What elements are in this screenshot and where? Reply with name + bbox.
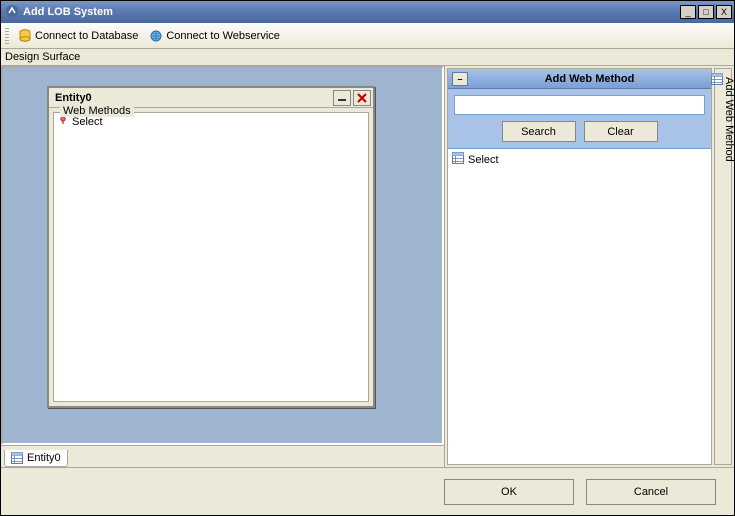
- design-left-column: Entity0 Web Methods: [1, 66, 445, 467]
- ok-button[interactable]: OK: [444, 479, 574, 505]
- panel-title: Add Web Method: [472, 73, 707, 85]
- search-input[interactable]: [454, 95, 705, 115]
- add-lob-system-window: Add LOB System _ □ X Connect to Database…: [0, 0, 735, 516]
- grid-icon: [711, 73, 723, 85]
- design-surface-label: Design Surface: [1, 49, 734, 65]
- app-icon: [5, 4, 19, 21]
- web-methods-group: Web Methods Select: [53, 112, 369, 402]
- window-title: Add LOB System: [23, 6, 678, 18]
- right-column: – Add Web Method Search Clear Select: [445, 66, 734, 467]
- sidebar-tab[interactable]: Add Web Method: [714, 68, 732, 465]
- design-tabstrip: Entity0: [1, 445, 444, 467]
- clear-button[interactable]: Clear: [584, 121, 658, 142]
- method-name: Select: [72, 116, 103, 128]
- dialog-footer: OK Cancel: [1, 467, 734, 515]
- webservice-icon: [150, 30, 162, 42]
- result-name: Select: [468, 154, 499, 166]
- panel-search-area: Search Clear: [448, 89, 711, 149]
- sidebar-tab-label: Add Web Method: [723, 77, 735, 162]
- panel-header[interactable]: – Add Web Method: [448, 69, 711, 89]
- panel-collapse-button[interactable]: –: [452, 72, 468, 86]
- entity-title-text: Entity0: [55, 92, 92, 104]
- database-icon: [19, 29, 31, 43]
- maximize-button[interactable]: □: [698, 5, 714, 19]
- result-item[interactable]: Select: [448, 150, 711, 169]
- close-button[interactable]: X: [716, 5, 732, 19]
- toolbar-grip: [5, 28, 9, 44]
- design-surface[interactable]: Entity0 Web Methods: [1, 66, 444, 445]
- connect-to-webservice-button[interactable]: Connect to Webservice: [146, 28, 284, 44]
- cancel-button[interactable]: Cancel: [586, 479, 716, 505]
- grid-icon: [11, 452, 23, 464]
- entity-body: Web Methods Select: [53, 112, 369, 402]
- titlebar[interactable]: Add LOB System _ □ X: [1, 1, 734, 23]
- connect-to-database-button[interactable]: Connect to Database: [15, 27, 142, 45]
- results-list[interactable]: Select: [448, 149, 711, 464]
- minimize-button[interactable]: _: [680, 5, 696, 19]
- search-button[interactable]: Search: [502, 121, 576, 142]
- add-web-method-panel: – Add Web Method Search Clear Select: [447, 68, 712, 465]
- connect-db-label: Connect to Database: [35, 30, 138, 42]
- grid-icon: [452, 152, 464, 167]
- entity-close-button[interactable]: [353, 90, 371, 106]
- entity-window[interactable]: Entity0 Web Methods: [47, 86, 375, 408]
- client-area: Design Surface Entity0: [1, 49, 734, 467]
- toolbar: Connect to Database Connect to Webservic…: [1, 23, 734, 49]
- web-methods-list[interactable]: Select: [54, 113, 368, 401]
- entity-minimize-button[interactable]: [333, 90, 351, 106]
- design-area: Entity0 Web Methods: [1, 65, 734, 467]
- connect-ws-label: Connect to Webservice: [166, 30, 280, 42]
- entity-tab[interactable]: Entity0: [4, 450, 68, 467]
- entity-tab-label: Entity0: [27, 452, 61, 464]
- web-methods-label: Web Methods: [60, 105, 134, 117]
